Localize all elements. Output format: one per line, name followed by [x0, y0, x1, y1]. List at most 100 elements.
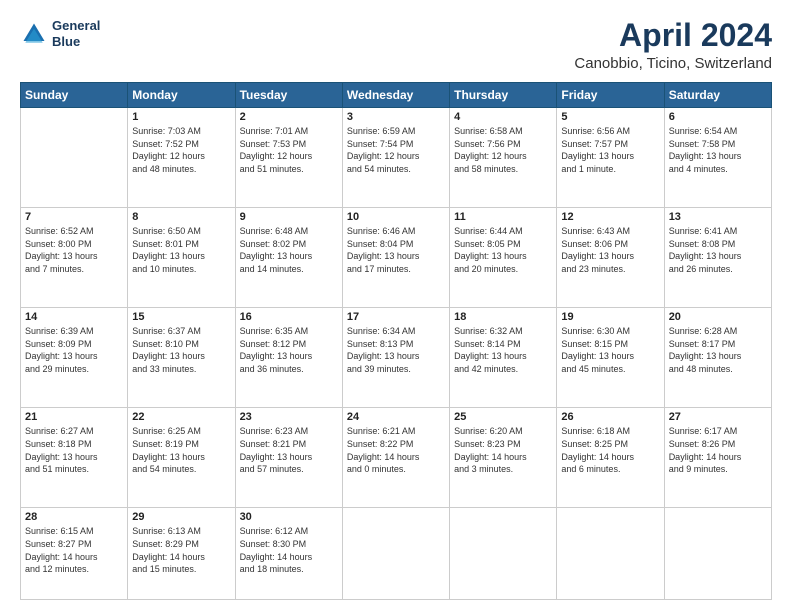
- day-number: 26: [561, 411, 659, 423]
- day-info: Sunrise: 6:18 AM Sunset: 8:25 PM Dayligh…: [561, 425, 659, 475]
- calendar-cell: 4Sunrise: 6:58 AM Sunset: 7:56 PM Daylig…: [450, 108, 557, 208]
- main-title: April 2024: [574, 18, 772, 53]
- calendar-cell: 2 Sunrise: 7:01 AM Sunset: 7:53 PM Daylig…: [235, 108, 342, 208]
- calendar-cell: 16 Sunrise: 6:35 AM Sunset: 8:12 PM Dayli…: [235, 308, 342, 408]
- day-number: 16: [240, 311, 338, 323]
- calendar-cell: 19 Sunrise: 6:30 AM Sunset: 8:15 PM Dayli…: [557, 308, 664, 408]
- day-info: Sunrise: 6:20 AM Sunset: 8:23 PM Dayligh…: [454, 425, 552, 475]
- calendar-cell: 25 Sunrise: 6:20 AM Sunset: 8:23 PM Dayli…: [450, 408, 557, 508]
- calendar-cell: 27 Sunrise: 6:17 AM Sunset: 8:26 PM Dayli…: [664, 408, 771, 508]
- day-number: 29: [132, 511, 230, 523]
- calendar-cell: 21Sunrise: 6:27 AM Sunset: 8:18 PM Dayli…: [21, 408, 128, 508]
- day-number: 2: [240, 111, 338, 123]
- day-number: 30: [240, 511, 338, 523]
- day-info: Sunrise: 7:03 AM Sunset: 7:52 PM Dayligh…: [132, 125, 230, 175]
- day-number: 13: [669, 211, 767, 223]
- day-number: 8: [132, 211, 230, 223]
- calendar-cell: [557, 508, 664, 600]
- day-number: 14: [25, 311, 123, 323]
- day-number: 6: [669, 111, 767, 123]
- day-number: 11: [454, 211, 552, 223]
- day-info: Sunrise: 6:54 AM Sunset: 7:58 PM Dayligh…: [669, 125, 767, 175]
- day-number: 5: [561, 111, 659, 123]
- day-info: Sunrise: 6:48 AM Sunset: 8:02 PM Dayligh…: [240, 225, 338, 275]
- day-info: Sunrise: 6:59 AM Sunset: 7:54 PM Dayligh…: [347, 125, 445, 175]
- calendar-cell: [21, 108, 128, 208]
- day-info: Sunrise: 6:27 AM Sunset: 8:18 PM Dayligh…: [25, 425, 123, 475]
- day-number: 22: [132, 411, 230, 423]
- calendar-table: SundayMondayTuesdayWednesdayThursdayFrid…: [20, 82, 772, 600]
- calendar-cell: 14 Sunrise: 6:39 AM Sunset: 8:09 PM Dayli…: [21, 308, 128, 408]
- day-info: Sunrise: 6:46 AM Sunset: 8:04 PM Dayligh…: [347, 225, 445, 275]
- day-info: Sunrise: 6:35 AM Sunset: 8:12 PM Dayligh…: [240, 325, 338, 375]
- calendar-cell: 10 Sunrise: 6:46 AM Sunset: 8:04 PM Dayli…: [342, 208, 449, 308]
- day-info: Sunrise: 6:34 AM Sunset: 8:13 PM Dayligh…: [347, 325, 445, 375]
- weekday-header: Thursday: [450, 83, 557, 108]
- day-number: 23: [240, 411, 338, 423]
- day-info: Sunrise: 6:12 AM Sunset: 8:30 PM Dayligh…: [240, 525, 338, 575]
- day-info: Sunrise: 6:56 AM Sunset: 7:57 PM Dayligh…: [561, 125, 659, 175]
- day-info: Sunrise: 6:37 AM Sunset: 8:10 PM Dayligh…: [132, 325, 230, 375]
- day-info: Sunrise: 6:17 AM Sunset: 8:26 PM Dayligh…: [669, 425, 767, 475]
- calendar-cell: 13 Sunrise: 6:41 AM Sunset: 8:08 PM Dayli…: [664, 208, 771, 308]
- day-number: 24: [347, 411, 445, 423]
- calendar-cell: 26 Sunrise: 6:18 AM Sunset: 8:25 PM Dayli…: [557, 408, 664, 508]
- day-number: 1: [132, 111, 230, 123]
- calendar-cell: [342, 508, 449, 600]
- subtitle: Canobbio, Ticino, Switzerland: [574, 55, 772, 72]
- day-number: 20: [669, 311, 767, 323]
- logo-text: General Blue: [52, 18, 100, 49]
- day-number: 10: [347, 211, 445, 223]
- day-number: 19: [561, 311, 659, 323]
- calendar-cell: 30 Sunrise: 6:12 AM Sunset: 8:30 PM Dayli…: [235, 508, 342, 600]
- logo-icon: [20, 20, 48, 48]
- day-number: 27: [669, 411, 767, 423]
- day-number: 12: [561, 211, 659, 223]
- calendar-cell: 6 Sunrise: 6:54 AM Sunset: 7:58 PM Daylig…: [664, 108, 771, 208]
- logo: General Blue: [20, 18, 100, 49]
- day-number: 9: [240, 211, 338, 223]
- day-info: Sunrise: 6:13 AM Sunset: 8:29 PM Dayligh…: [132, 525, 230, 575]
- calendar-cell: 23 Sunrise: 6:23 AM Sunset: 8:21 PM Dayli…: [235, 408, 342, 508]
- calendar-cell: 17 Sunrise: 6:34 AM Sunset: 8:13 PM Dayli…: [342, 308, 449, 408]
- weekday-header: Wednesday: [342, 83, 449, 108]
- calendar-cell: 1 Sunrise: 7:03 AM Sunset: 7:52 PM Daylig…: [128, 108, 235, 208]
- day-info: Sunrise: 6:50 AM Sunset: 8:01 PM Dayligh…: [132, 225, 230, 275]
- day-info: Sunrise: 6:52 AM Sunset: 8:00 PM Dayligh…: [25, 225, 123, 275]
- weekday-header: Tuesday: [235, 83, 342, 108]
- calendar-cell: 5 Sunrise: 6:56 AM Sunset: 7:57 PM Daylig…: [557, 108, 664, 208]
- calendar-cell: [664, 508, 771, 600]
- calendar-cell: 18 Sunrise: 6:32 AM Sunset: 8:14 PM Dayli…: [450, 308, 557, 408]
- day-info: Sunrise: 6:23 AM Sunset: 8:21 PM Dayligh…: [240, 425, 338, 475]
- day-number: 17: [347, 311, 445, 323]
- header: General Blue April 2024 Canobbio, Ticino…: [20, 18, 772, 72]
- day-number: 3: [347, 111, 445, 123]
- calendar-cell: 9 Sunrise: 6:48 AM Sunset: 8:02 PM Daylig…: [235, 208, 342, 308]
- weekday-header: Sunday: [21, 83, 128, 108]
- day-number: 25: [454, 411, 552, 423]
- day-info: Sunrise: 6:32 AM Sunset: 8:14 PM Dayligh…: [454, 325, 552, 375]
- weekday-header: Friday: [557, 83, 664, 108]
- weekday-header: Saturday: [664, 83, 771, 108]
- page: General Blue April 2024 Canobbio, Ticino…: [0, 0, 792, 612]
- day-number: 7: [25, 211, 123, 223]
- day-number: 28: [25, 511, 123, 523]
- day-info: Sunrise: 6:30 AM Sunset: 8:15 PM Dayligh…: [561, 325, 659, 375]
- calendar-cell: 22Sunrise: 6:25 AM Sunset: 8:19 PM Dayli…: [128, 408, 235, 508]
- calendar-cell: 12 Sunrise: 6:43 AM Sunset: 8:06 PM Dayli…: [557, 208, 664, 308]
- calendar-cell: 15 Sunrise: 6:37 AM Sunset: 8:10 PM Dayli…: [128, 308, 235, 408]
- day-info: Sunrise: 6:15 AM Sunset: 8:27 PM Dayligh…: [25, 525, 123, 575]
- weekday-header: Monday: [128, 83, 235, 108]
- day-info: Sunrise: 7:01 AM Sunset: 7:53 PM Dayligh…: [240, 125, 338, 175]
- day-info: Sunrise: 6:41 AM Sunset: 8:08 PM Dayligh…: [669, 225, 767, 275]
- day-info: Sunrise: 6:39 AM Sunset: 8:09 PM Dayligh…: [25, 325, 123, 375]
- day-info: Sunrise: 6:21 AM Sunset: 8:22 PM Dayligh…: [347, 425, 445, 475]
- title-block: April 2024 Canobbio, Ticino, Switzerland: [574, 18, 772, 72]
- calendar-cell: 20Sunrise: 6:28 AM Sunset: 8:17 PM Dayli…: [664, 308, 771, 408]
- day-number: 15: [132, 311, 230, 323]
- day-info: Sunrise: 6:43 AM Sunset: 8:06 PM Dayligh…: [561, 225, 659, 275]
- calendar-cell: 8 Sunrise: 6:50 AM Sunset: 8:01 PM Daylig…: [128, 208, 235, 308]
- calendar-cell: 7 Sunrise: 6:52 AM Sunset: 8:00 PM Daylig…: [21, 208, 128, 308]
- calendar-cell: 29 Sunrise: 6:13 AM Sunset: 8:29 PM Dayli…: [128, 508, 235, 600]
- day-number: 18: [454, 311, 552, 323]
